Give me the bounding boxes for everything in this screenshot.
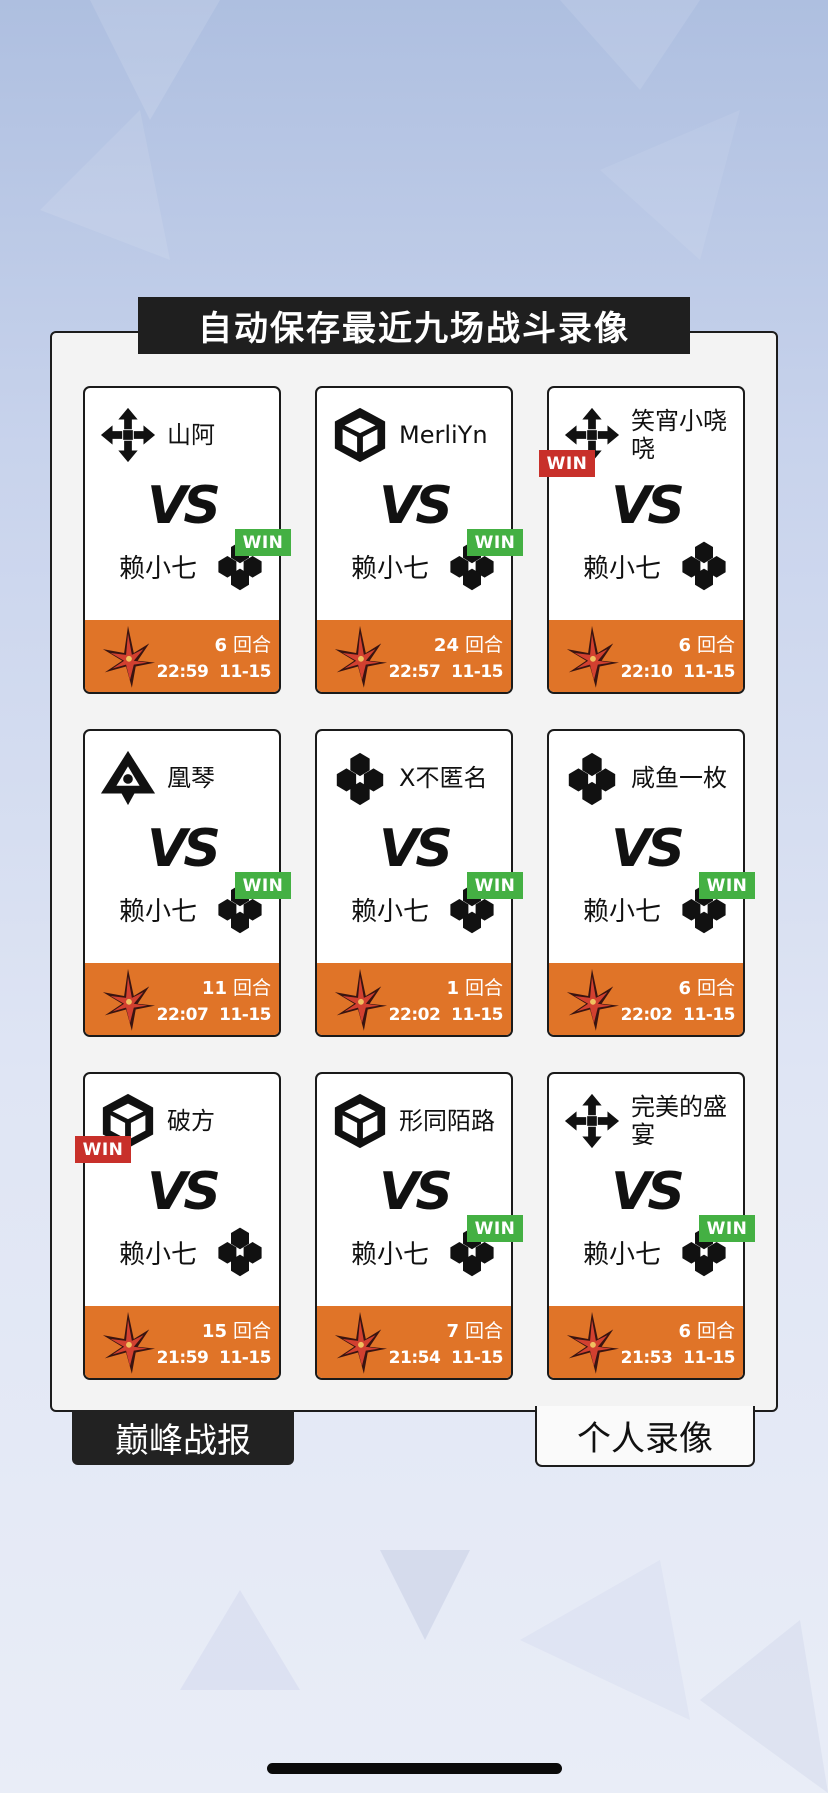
match-timestamp: 22:02 11-15 — [388, 1005, 504, 1025]
replay-card[interactable]: 咸鱼一枚 VS 赖小七 6 回合 22:02 11-15 WIN — [547, 729, 755, 1037]
hex-cluster-icon — [213, 1224, 267, 1278]
win-badge: WIN — [235, 872, 291, 899]
triangle-star-icon — [99, 749, 157, 807]
tab-personal-replays[interactable]: 个人录像 — [535, 1406, 755, 1467]
self-player-name: 赖小七 — [119, 554, 198, 584]
card-footer: 7 回合 21:54 11-15 — [317, 1306, 511, 1378]
card-footer: 6 回合 22:59 11-15 — [85, 620, 279, 692]
replay-card[interactable]: 笑宵小哓哓 VS 赖小七 6 回合 22:10 11-15 WIN — [539, 386, 745, 694]
replay-card[interactable]: MerliYn VS 赖小七 24 回合 22:57 11-15 WIN — [315, 386, 523, 694]
character-portrait — [99, 967, 157, 1033]
self-player-name: 赖小七 — [119, 1240, 198, 1270]
opponent-name: 山阿 — [167, 421, 215, 449]
match-timestamp: 22:57 11-15 — [388, 662, 504, 682]
replay-card[interactable]: X不匿名 VS 赖小七 1 回合 22:02 11-15 WIN — [315, 729, 523, 1037]
vs-label: VS — [611, 819, 685, 879]
cross-arrows-icon — [563, 1092, 621, 1150]
round-count: 24 回合 — [433, 634, 503, 656]
vs-label: VS — [611, 1162, 685, 1222]
replay-card[interactable]: 形同陌路 VS 赖小七 7 回合 21:54 11-15 WIN — [315, 1072, 523, 1380]
character-portrait — [563, 1310, 621, 1376]
self-player-name: 赖小七 — [351, 1240, 430, 1270]
match-timestamp: 22:59 11-15 — [156, 662, 272, 682]
round-count: 1 回合 — [446, 977, 503, 999]
card-footer: 6 回合 22:02 11-15 — [549, 963, 743, 1035]
card-footer: 6 回合 21:53 11-15 — [549, 1306, 743, 1378]
win-badge: WIN — [235, 529, 291, 556]
cross-arrows-icon — [99, 406, 157, 464]
card-footer: 15 回合 21:59 11-15 — [85, 1306, 279, 1378]
hex-cluster-icon — [563, 749, 621, 807]
opponent-name: 笑宵小哓哓 — [631, 407, 727, 463]
self-player-name: 赖小七 — [351, 897, 430, 927]
replay-card[interactable]: 凰琴 VS 赖小七 11 回合 22:07 11-15 WIN — [83, 729, 291, 1037]
win-badge: WIN — [467, 872, 523, 899]
win-badge: WIN — [539, 450, 595, 477]
self-player-name: 赖小七 — [583, 897, 662, 927]
match-timestamp: 22:10 11-15 — [620, 662, 736, 682]
replay-card[interactable]: 破方 VS 赖小七 15 回合 21:59 11-15 WIN — [75, 1072, 281, 1380]
cube-icon — [331, 406, 389, 464]
win-badge: WIN — [699, 872, 755, 899]
replay-card[interactable]: 山阿 VS 赖小七 6 回合 22:59 11-15 WIN — [83, 386, 291, 694]
self-player-name: 赖小七 — [119, 897, 198, 927]
character-portrait — [563, 967, 621, 1033]
replay-card[interactable]: 完美的盛宴 VS 赖小七 6 回合 21:53 11-15 WIN — [547, 1072, 755, 1380]
round-count: 6 回合 — [678, 634, 735, 656]
match-timestamp: 21:54 11-15 — [388, 1348, 504, 1368]
vs-label: VS — [147, 476, 221, 536]
opponent-name: 咸鱼一枚 — [631, 764, 727, 792]
match-timestamp: 22:07 11-15 — [156, 1005, 272, 1025]
character-portrait — [99, 1310, 157, 1376]
match-timestamp: 21:53 11-15 — [620, 1348, 736, 1368]
opponent-name: MerliYn — [399, 421, 488, 449]
match-timestamp: 22:02 11-15 — [620, 1005, 736, 1025]
hex-cluster-icon — [677, 538, 731, 592]
round-count: 6 回合 — [678, 1320, 735, 1342]
vs-label: VS — [147, 1162, 221, 1222]
vs-label: VS — [611, 476, 685, 536]
self-player-name: 赖小七 — [351, 554, 430, 584]
win-badge: WIN — [467, 1215, 523, 1242]
card-footer: 1 回合 22:02 11-15 — [317, 963, 511, 1035]
round-count: 6 回合 — [678, 977, 735, 999]
home-indicator[interactable] — [267, 1763, 562, 1774]
hex-cluster-icon — [331, 749, 389, 807]
character-portrait — [563, 624, 621, 690]
win-badge: WIN — [699, 1215, 755, 1242]
character-portrait — [331, 967, 389, 1033]
match-timestamp: 21:59 11-15 — [156, 1348, 272, 1368]
win-badge: WIN — [467, 529, 523, 556]
opponent-name: X不匿名 — [399, 764, 488, 792]
round-count: 11 回合 — [201, 977, 271, 999]
card-footer: 24 回合 22:57 11-15 — [317, 620, 511, 692]
vs-label: VS — [379, 476, 453, 536]
vs-label: VS — [379, 1162, 453, 1222]
tab-peak-report[interactable]: 巅峰战报 — [72, 1410, 294, 1465]
round-count: 15 回合 — [201, 1320, 271, 1342]
vs-label: VS — [147, 819, 221, 879]
opponent-name: 破方 — [167, 1107, 215, 1135]
opponent-name: 完美的盛宴 — [631, 1093, 727, 1149]
character-portrait — [331, 624, 389, 690]
self-player-name: 赖小七 — [583, 1240, 662, 1270]
character-portrait — [99, 624, 157, 690]
round-count: 6 回合 — [214, 634, 271, 656]
opponent-name: 凰琴 — [167, 764, 215, 792]
round-count: 7 回合 — [446, 1320, 503, 1342]
panel-title: 自动保存最近九场战斗录像 — [138, 297, 690, 354]
vs-label: VS — [379, 819, 453, 879]
opponent-name: 形同陌路 — [399, 1107, 495, 1135]
card-footer: 6 回合 22:10 11-15 — [549, 620, 743, 692]
character-portrait — [331, 1310, 389, 1376]
self-player-name: 赖小七 — [583, 554, 662, 584]
card-footer: 11 回合 22:07 11-15 — [85, 963, 279, 1035]
win-badge: WIN — [75, 1136, 131, 1163]
cube-icon — [331, 1092, 389, 1150]
